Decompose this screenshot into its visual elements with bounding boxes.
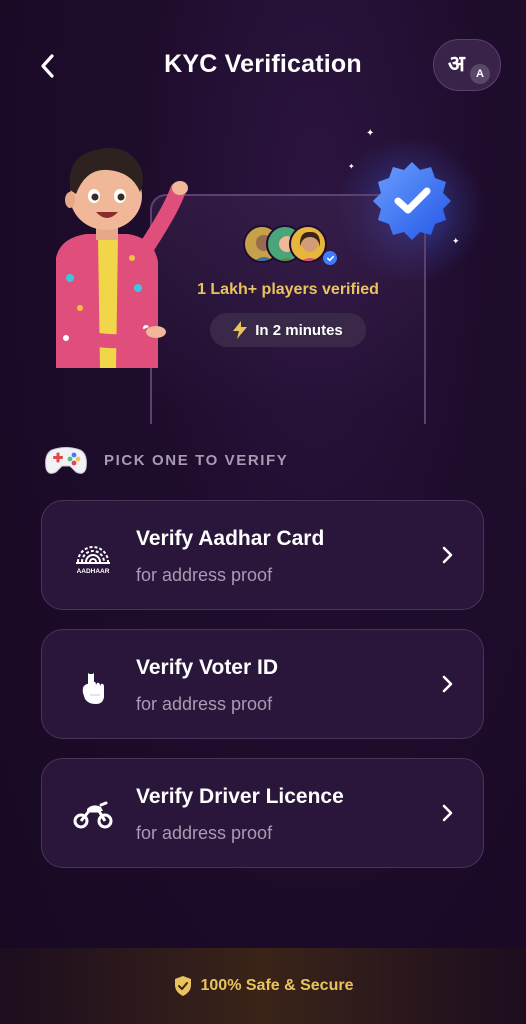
verify-voter-id-option[interactable]: Verify Voter ID for address proof [41, 629, 484, 739]
safe-secure-text: 100% Safe & Secure [200, 977, 354, 994]
chevron-right-icon [442, 546, 453, 564]
option-title: Verify Aadhar Card [136, 527, 325, 550]
lightning-icon [233, 321, 248, 339]
verify-aadhar-card-option[interactable]: AADHAAR Verify Aadhar Card for address p… [41, 500, 484, 610]
option-subtitle: for address proof [136, 565, 273, 585]
players-verified-text: 1 Lakh+ players verified [197, 281, 379, 298]
hindi-glyph: अ [448, 52, 465, 77]
verified-players-avatars [243, 225, 338, 265]
motorbike-icon [68, 789, 118, 839]
time-text: In 2 minutes [255, 321, 343, 339]
mascot-illustration [56, 148, 188, 368]
header: KYC Verification अ A [0, 0, 526, 132]
option-title: Verify Driver Licence [136, 785, 344, 808]
language-toggle-button[interactable]: अ A [433, 39, 501, 91]
option-subtitle: for address proof [136, 823, 273, 843]
section-header: PICK ONE TO VERIFY [44, 442, 287, 478]
english-glyph: A [470, 64, 490, 84]
kyc-screen: KYC Verification अ A ✦ ✦ ✦ 1 Lakh+ playe… [0, 0, 526, 1024]
chevron-right-icon [442, 675, 453, 693]
time-badge: In 2 minutes [210, 313, 366, 347]
option-title: Verify Voter ID [136, 656, 278, 679]
chevron-right-icon [442, 804, 453, 822]
verify-driver-licence-option[interactable]: Verify Driver Licence for address proof [41, 758, 484, 868]
sparkle-icon: ✦ [348, 162, 355, 171]
hero-banner: ✦ ✦ ✦ 1 Lakh+ players verified In 2 minu… [0, 120, 526, 424]
option-subtitle: for address proof [136, 694, 273, 714]
ink-finger-icon [68, 660, 118, 710]
verified-badge-icon [373, 162, 451, 240]
verified-check-icon [323, 251, 337, 265]
aadhaar-logo-text: AADHAAR [77, 568, 110, 575]
gamepad-icon [45, 447, 87, 474]
avatar [289, 225, 327, 263]
shield-check-icon [174, 976, 191, 996]
section-label: PICK ONE TO VERIFY [104, 452, 289, 469]
sparkle-icon: ✦ [366, 128, 375, 139]
aadhaar-logo-icon: AADHAAR [68, 531, 118, 581]
safe-secure-footer: 100% Safe & Secure [0, 948, 526, 1024]
